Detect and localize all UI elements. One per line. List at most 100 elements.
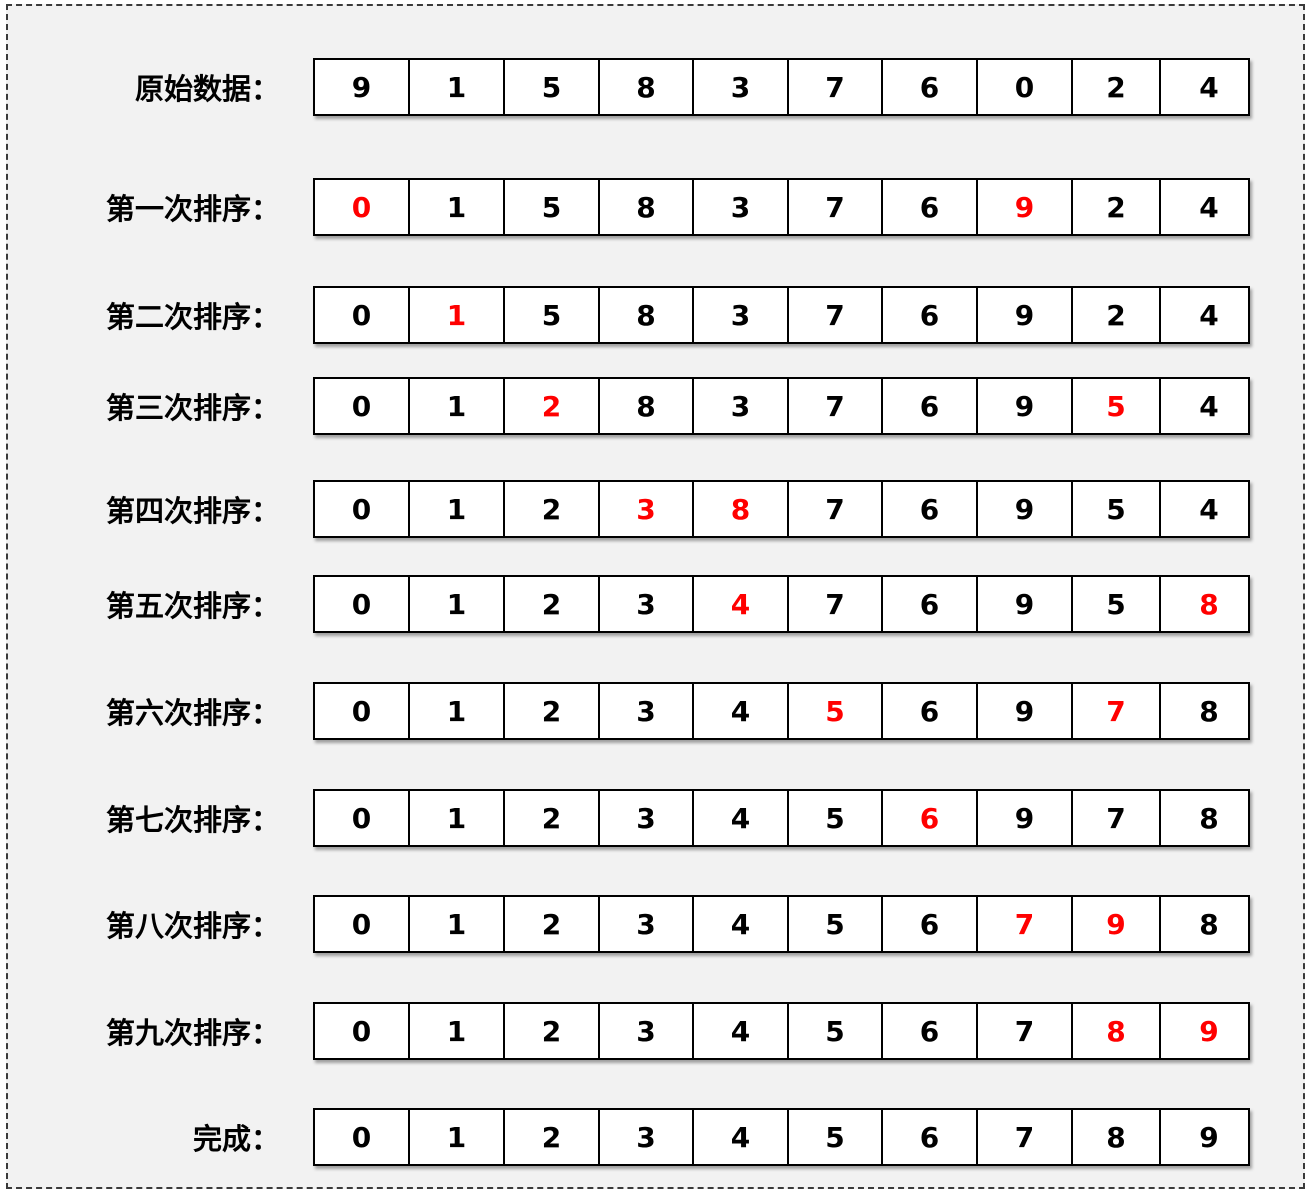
array-cell: 1 bbox=[410, 60, 505, 114]
array-cell: 9 bbox=[978, 577, 1073, 631]
array-cell: 7 bbox=[1073, 791, 1161, 845]
array-cell: 4 bbox=[1199, 70, 1219, 104]
array-cell: 1 bbox=[410, 1004, 505, 1058]
row-label: 第四次排序： bbox=[105, 494, 280, 528]
row-label: 第二次排序： bbox=[105, 300, 280, 334]
array-cell: 0 bbox=[315, 791, 410, 845]
array-cell: 3 bbox=[694, 288, 789, 342]
array-cell: 7 bbox=[789, 482, 883, 536]
array-cell: 0 bbox=[315, 1004, 410, 1058]
sort-row: 第九次排序： 0 1 2 3 4 5 6 7 8 9 bbox=[0, 1002, 1313, 1060]
row-label: 第九次排序： bbox=[105, 1016, 280, 1050]
array-cell: 2 bbox=[1073, 60, 1161, 114]
array-cell: 0 bbox=[978, 60, 1073, 114]
array-cell: 7 bbox=[978, 1004, 1073, 1058]
array-cell: 8 bbox=[1199, 694, 1219, 728]
array-cell: 7 bbox=[789, 288, 883, 342]
row-label: 第八次排序： bbox=[105, 909, 280, 943]
sort-row: 第四次排序： 0 1 2 3 8 7 6 9 5 4 bbox=[0, 480, 1313, 538]
array-cell: 9 bbox=[978, 379, 1073, 433]
array-cell: 4 bbox=[1199, 190, 1219, 224]
array-cell: 4 bbox=[694, 1004, 789, 1058]
array-cell: 2 bbox=[505, 684, 600, 738]
array-cell: 2 bbox=[1073, 180, 1161, 234]
array-cells: 012345678 9 bbox=[313, 1002, 1250, 1060]
array-cell: 6 bbox=[883, 1110, 978, 1164]
array-cell: 0 bbox=[315, 379, 410, 433]
array-cell: 4 bbox=[694, 897, 789, 951]
array-cell: 8 bbox=[1073, 1110, 1161, 1164]
array-cells: 015837692 4 bbox=[313, 286, 1250, 344]
array-cell: 8 bbox=[600, 379, 694, 433]
array-cell: 8 bbox=[600, 180, 694, 234]
array-cell: 5 bbox=[1073, 577, 1161, 631]
array-cell: 1 bbox=[410, 684, 505, 738]
array-cell: 7 bbox=[789, 60, 883, 114]
array-cell: 7 bbox=[789, 577, 883, 631]
sort-row: 原始数据： 9 1 5 8 3 7 6 0 2 4 bbox=[0, 58, 1313, 116]
array-cell: 5 bbox=[789, 1110, 883, 1164]
array-cell: 8 bbox=[1199, 907, 1219, 941]
array-cell: 0 bbox=[315, 577, 410, 631]
array-cell: 7 bbox=[789, 379, 883, 433]
array-cell: 2 bbox=[505, 482, 600, 536]
array-cell: 1 bbox=[410, 897, 505, 951]
array-cell: 3 bbox=[694, 60, 789, 114]
array-cell: 6 bbox=[883, 577, 978, 631]
array-cell-highlighted: 1 bbox=[410, 288, 505, 342]
array-cell: 4 bbox=[694, 1110, 789, 1164]
array-cell: 5 bbox=[1073, 482, 1161, 536]
array-cell: 9 bbox=[978, 482, 1073, 536]
sort-row: 第五次排序： 0 1 2 3 4 7 6 9 5 8 bbox=[0, 575, 1313, 633]
array-cell: 1 bbox=[410, 791, 505, 845]
array-cell: 3 bbox=[600, 897, 694, 951]
array-cell-highlighted: 9 bbox=[1199, 1014, 1219, 1048]
array-cell: 6 bbox=[883, 482, 978, 536]
array-cell: 1 bbox=[410, 577, 505, 631]
array-cell: 3 bbox=[600, 1110, 694, 1164]
array-cell: 3 bbox=[694, 379, 789, 433]
array-cell: 4 bbox=[694, 684, 789, 738]
row-label: 第七次排序： bbox=[105, 803, 280, 837]
row-label: 完成： bbox=[192, 1122, 280, 1156]
array-cells: 012345679 8 bbox=[313, 895, 1250, 953]
sort-row: 第一次排序： 0 1 5 8 3 7 6 9 2 4 bbox=[0, 178, 1313, 236]
array-cell-highlighted: 8 bbox=[1199, 587, 1219, 621]
array-cell: 1 bbox=[410, 482, 505, 536]
array-cell: 4 bbox=[1199, 298, 1219, 332]
array-cell: 5 bbox=[789, 791, 883, 845]
array-cell: 8 bbox=[1199, 801, 1219, 835]
sort-row: 第六次排序： 0 1 2 3 4 5 6 9 7 8 bbox=[0, 682, 1313, 740]
array-cell: 2 bbox=[505, 897, 600, 951]
array-cell: 5 bbox=[505, 180, 600, 234]
array-cell-highlighted: 7 bbox=[1073, 684, 1161, 738]
array-cell: 2 bbox=[505, 577, 600, 631]
array-cell-highlighted: 2 bbox=[505, 379, 600, 433]
array-cells: 012347695 8 bbox=[313, 575, 1250, 633]
array-cell: 6 bbox=[883, 897, 978, 951]
array-cell-highlighted: 4 bbox=[694, 577, 789, 631]
array-cell: 3 bbox=[694, 180, 789, 234]
sort-row: 第二次排序： 0 1 5 8 3 7 6 9 2 4 bbox=[0, 286, 1313, 344]
array-cell: 1 bbox=[410, 1110, 505, 1164]
array-cell: 3 bbox=[600, 577, 694, 631]
row-label: 第三次排序： bbox=[105, 391, 280, 425]
array-cell: 6 bbox=[883, 1004, 978, 1058]
array-cell: 3 bbox=[600, 684, 694, 738]
row-label: 第一次排序： bbox=[105, 192, 280, 226]
array-cell: 0 bbox=[315, 482, 410, 536]
sort-row: 完成： 0 1 2 3 4 5 6 7 8 9 bbox=[0, 1108, 1313, 1166]
array-cell: 9 bbox=[315, 60, 410, 114]
array-cell: 4 bbox=[1199, 389, 1219, 423]
array-cell-highlighted: 9 bbox=[1073, 897, 1161, 951]
array-cells: 015837692 4 bbox=[313, 178, 1250, 236]
array-cell: 2 bbox=[505, 1004, 600, 1058]
array-cells: 012837695 4 bbox=[313, 377, 1250, 435]
array-cells: 012387695 4 bbox=[313, 480, 1250, 538]
array-cell: 9 bbox=[978, 288, 1073, 342]
sort-row: 第八次排序： 0 1 2 3 4 5 6 7 9 8 bbox=[0, 895, 1313, 953]
row-label: 第六次排序： bbox=[105, 696, 280, 730]
array-cell: 3 bbox=[600, 1004, 694, 1058]
array-cell-highlighted: 8 bbox=[694, 482, 789, 536]
array-cell-highlighted: 6 bbox=[883, 791, 978, 845]
